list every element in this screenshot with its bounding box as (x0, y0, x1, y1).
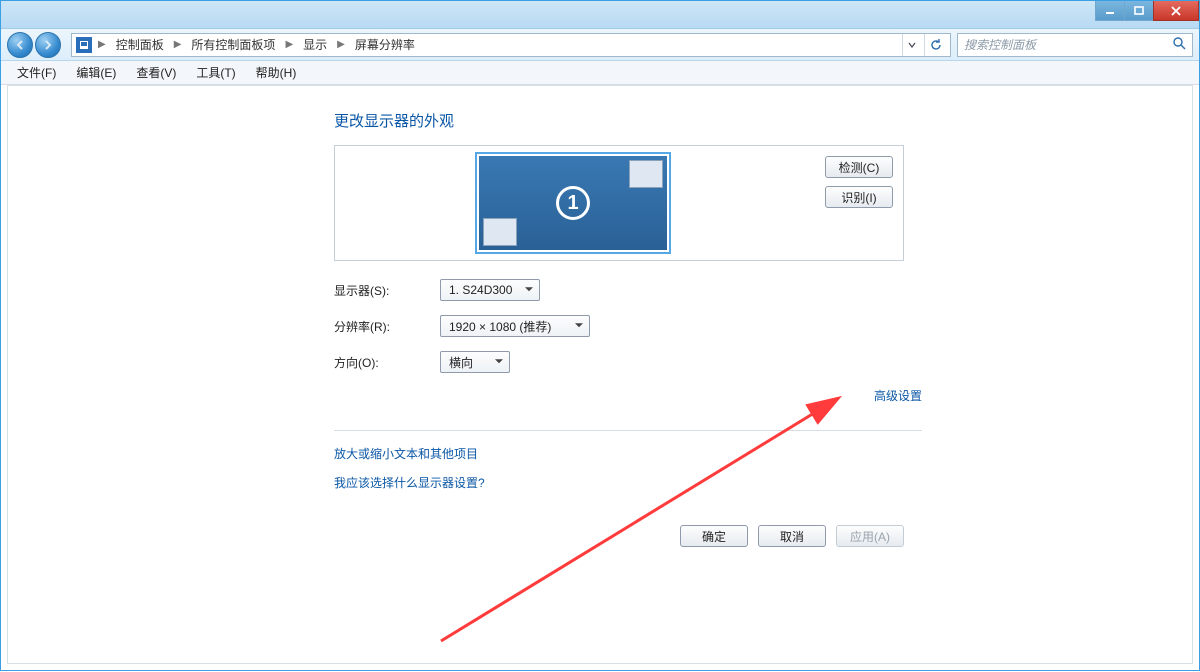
monitor-number: 1 (556, 186, 590, 220)
nav-buttons (7, 32, 61, 58)
maximize-button[interactable] (1124, 1, 1154, 21)
label-resolution: 分辨率(R): (334, 318, 414, 335)
content-area: 更改显示器的外观 1 检测(C) 识别(I) 显示器(S): 1. (7, 85, 1193, 664)
menu-bar: 文件(F) 编辑(E) 查看(V) 工具(T) 帮助(H) (1, 61, 1199, 85)
breadcrumb-seg-3[interactable]: 显示 (299, 34, 331, 55)
taskbar-icon (483, 218, 517, 246)
page-title: 更改显示器的外观 (334, 110, 928, 131)
content-column: 更改显示器的外观 1 检测(C) 识别(I) 显示器(S): 1. (328, 86, 928, 547)
menu-view[interactable]: 查看(V) (128, 62, 184, 83)
back-button[interactable] (7, 32, 33, 58)
breadcrumb-seg-2[interactable]: 所有控制面板项 (187, 34, 279, 55)
row-orientation: 方向(O): 横向 (334, 351, 928, 373)
apply-button: 应用(A) (836, 525, 904, 547)
identify-button[interactable]: 识别(I) (825, 186, 893, 208)
chevron-right-icon: ▶ (283, 39, 295, 50)
search-placeholder: 搜索控制面板 (964, 36, 1036, 53)
combo-orientation[interactable]: 横向 (440, 351, 510, 373)
footer-buttons: 确定 取消 应用(A) (334, 525, 904, 547)
combo-resolution[interactable]: 1920 × 1080 (推荐) (440, 315, 590, 337)
menu-help[interactable]: 帮助(H) (248, 62, 305, 83)
window-titlebar (1, 1, 1199, 29)
display-preview-panel: 1 检测(C) 识别(I) (334, 145, 904, 261)
panel-buttons: 检测(C) 识别(I) (825, 156, 893, 208)
refresh-button[interactable] (924, 34, 946, 56)
search-icon (1172, 36, 1186, 53)
advanced-settings-link[interactable]: 高级设置 (874, 387, 922, 404)
control-panel-window: ▶ 控制面板 ▶ 所有控制面板项 ▶ 显示 ▶ 屏幕分辨率 搜索控制面板 文件(… (0, 0, 1200, 671)
monitor-screen: 1 (479, 156, 667, 250)
lower-links: 放大或缩小文本和其他项目 我应该选择什么显示器设置? (334, 445, 928, 491)
breadcrumb-seg-4[interactable]: 屏幕分辨率 (351, 34, 419, 55)
breadcrumb-seg-1[interactable]: 控制面板 (112, 34, 168, 55)
combo-resolution-value: 1920 × 1080 (推荐) (449, 318, 551, 335)
navigation-row: ▶ 控制面板 ▶ 所有控制面板项 ▶ 显示 ▶ 屏幕分辨率 搜索控制面板 (1, 29, 1199, 61)
advanced-row: 高级设置 (334, 387, 922, 431)
close-button[interactable] (1153, 1, 1199, 21)
row-display: 显示器(S): 1. S24D300 (334, 279, 928, 301)
which-display-link[interactable]: 我应该选择什么显示器设置? (334, 474, 928, 491)
minimize-button[interactable] (1095, 1, 1125, 21)
window-icon (629, 160, 663, 188)
detect-button[interactable]: 检测(C) (825, 156, 893, 178)
menu-edit[interactable]: 编辑(E) (68, 62, 124, 83)
chevron-right-icon: ▶ (96, 39, 108, 50)
combo-display[interactable]: 1. S24D300 (440, 279, 540, 301)
combo-orientation-value: 横向 (449, 354, 473, 371)
search-input[interactable]: 搜索控制面板 (957, 33, 1193, 57)
label-display: 显示器(S): (334, 282, 414, 299)
cancel-button[interactable]: 取消 (758, 525, 826, 547)
forward-button[interactable] (35, 32, 61, 58)
address-bar[interactable]: ▶ 控制面板 ▶ 所有控制面板项 ▶ 显示 ▶ 屏幕分辨率 (71, 33, 951, 57)
control-panel-icon (76, 37, 92, 53)
combo-display-value: 1. S24D300 (449, 283, 512, 297)
address-dropdown[interactable] (902, 34, 920, 56)
text-size-link[interactable]: 放大或缩小文本和其他项目 (334, 445, 928, 462)
chevron-right-icon: ▶ (335, 39, 347, 50)
menu-tools[interactable]: 工具(T) (188, 62, 243, 83)
menu-file[interactable]: 文件(F) (9, 62, 64, 83)
label-orientation: 方向(O): (334, 354, 414, 371)
monitor-thumbnail[interactable]: 1 (475, 152, 671, 254)
ok-button[interactable]: 确定 (680, 525, 748, 547)
caption-buttons (1096, 1, 1199, 21)
row-resolution: 分辨率(R): 1920 × 1080 (推荐) (334, 315, 928, 337)
chevron-right-icon: ▶ (172, 39, 184, 50)
